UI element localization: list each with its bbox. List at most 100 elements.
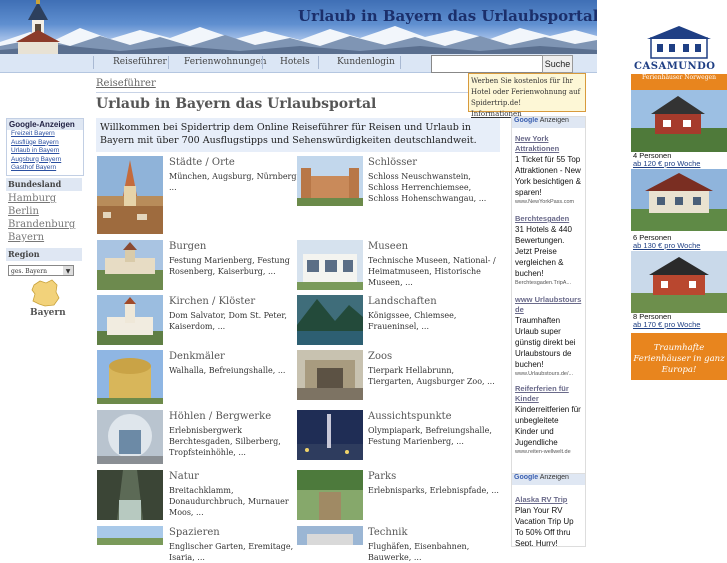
ad-url[interactable]: www.NewYorkPass.com [512,198,585,206]
ad-title[interactable]: Berchtesgaden [512,214,585,224]
ad-url[interactable]: Berchtesgaden.TripA... [512,279,585,287]
notice-text: Werben Sie [471,77,514,85]
category-desc: Englischer Garten, Eremitage, Isaria, ..… [169,542,294,562]
category-title[interactable]: Zoos [368,351,392,362]
state-link-berlin[interactable]: Berlin [8,206,39,217]
category-title[interactable]: Schlösser [368,157,417,168]
offer-price[interactable]: ab 170 € pro Woche [633,320,700,329]
ads-label: Anzeigen [539,117,569,124]
category-desc: Dom Salvator, Dom St. Peter, Kaiserdom, … [169,311,287,331]
category-desc: Walhalla, Befreiungshalle, ... [169,366,286,375]
sidebar-ad-link[interactable]: Urlaub in Bayern [7,147,83,156]
nav-item-hotels[interactable]: Hotels [280,57,310,67]
kirchen-image[interactable] [97,295,163,345]
state-link-brandenburg[interactable]: Brandenburg [8,219,75,230]
mountains-image [0,26,597,54]
header-banner: Urlaub in Bayern das Urlaubsportal [0,0,597,54]
google-ads-header: Google Anzeigen [512,474,585,485]
state-link-bayern[interactable]: Bayern [8,232,44,243]
ads-label: Anzeigen [539,474,569,481]
nav-separator [318,56,319,69]
category-title[interactable]: Natur [169,471,199,482]
sidebar-google-ads: Google-Anzeigen Freizeit Bayern Ausflüge… [6,118,84,176]
category-title[interactable]: Denkmäler [169,351,225,362]
category-desc: Flughäfen, Eisenbahnen, Bauwerke, ... [368,542,470,562]
ad-text[interactable]: Traumhaften Urlaub super günstig direkt … [512,315,585,370]
ad-title[interactable]: Reiferferien für Kinder [512,384,585,404]
sidebar-ad-link[interactable]: Augsburg Bayern [7,156,83,165]
sidebar-ads-title[interactable]: Google-Anzeigen [7,119,83,130]
advertise-notice: Werben Sie kostenlos für Ihr Hotel oder … [468,73,586,118]
ad-url[interactable]: www.reiten-wellwelt.de [512,448,585,456]
burgen-image[interactable] [97,240,163,290]
ad-text[interactable]: 31 Hotels & 440 Bewertungen. Jetzt Preis… [512,224,585,279]
category-desc: Breitachklamm, Donaudurchbruch, Murnauer… [169,486,289,517]
category-title[interactable]: Spazieren [169,527,220,538]
category-title[interactable]: Aussichtspunkte [368,411,452,422]
category-desc: Tierpark Hellabrunn, Tiergarten, Augsbur… [368,366,495,386]
ad-url[interactable]: www.Urlaubstours.de/... [512,370,585,378]
casamundo-banner[interactable]: CASAMUNDO Ferienhäuser Norwegen 4 Person… [631,24,727,380]
category-desc: München, Augsburg, Nürnberg, ... [169,172,300,192]
category-title[interactable]: Parks [368,471,396,482]
parks-image[interactable] [297,470,363,520]
staedte-image[interactable] [97,156,163,234]
spazieren-image[interactable] [97,526,163,545]
category-desc: Erlebnisparks, Erlebnispfade, ... [368,486,499,495]
ad-text[interactable]: Plan Your RV Vacation Trip Up To 50% Off… [512,505,585,546]
ad-title[interactable]: New York Attraktionen [512,134,585,154]
zoos-image[interactable] [297,350,363,400]
offer-price[interactable]: ab 130 € pro Woche [633,241,700,250]
technik-image[interactable] [297,526,363,545]
landschaften-image[interactable] [297,295,363,345]
region-select[interactable]: ges. Bayern ▼ [8,265,74,276]
aussichtspunkte-image[interactable] [297,410,363,460]
category-title[interactable]: Städte / Orte [169,157,235,168]
bayern-map-icon[interactable] [30,279,60,307]
category-title[interactable]: Museen [368,241,408,252]
house-photo[interactable] [631,251,727,313]
google-ads-header: Google Anzeigen [512,117,585,128]
hoehlen-image[interactable] [97,410,163,464]
category-desc: Erlebnisbergwerk Berchtesgaden, Silberbe… [169,426,281,457]
bayern-map-label: Bayern [30,308,66,318]
sidebar-ad-link[interactable]: Ausflüge Bayern [7,139,83,148]
category-title[interactable]: Höhlen / Bergwerke [169,411,271,422]
natur-image[interactable] [97,470,163,520]
category-title[interactable]: Technik [368,527,408,538]
nav-item-kundenlogin[interactable]: Kundenlogin [337,57,395,67]
category-title[interactable]: Burgen [169,241,206,252]
schloesser-image[interactable] [297,156,363,206]
offer-price[interactable]: ab 120 € pro Woche [633,159,700,168]
nav-item-reisefuehrer[interactable]: Reiseführer [113,57,167,67]
museen-image[interactable] [297,240,363,290]
notice-link-kostenlos[interactable]: kostenlos [514,77,548,85]
notice-link-ferienwohnung[interactable]: Ferienwohnung [511,88,567,96]
banner-subhead: Ferienhäuser Norwegen [631,74,727,90]
category-title[interactable]: Landschaften [368,296,437,307]
nav-separator [262,56,263,69]
casamundo-wordmark: CASAMUNDO [634,61,716,72]
house-photo[interactable] [631,90,727,152]
state-link-hamburg[interactable]: Hamburg [8,193,56,204]
search-input[interactable] [431,55,545,73]
ad-title[interactable]: Alaska RV Trip [512,495,585,505]
category-title[interactable]: Kirchen / Klöster [169,296,255,307]
banner-tagline[interactable]: Traumhafte Ferienhäuser in ganz Europa! [631,333,727,380]
ad-text[interactable]: Kinderreitferien für unbegleitete Kinder… [512,404,585,448]
category-desc: Technische Museen, National- / Heimatmus… [368,256,496,287]
sidebar-ad-link[interactable]: Gasthof Bayern [7,164,83,173]
nav-item-ferienwohnungen[interactable]: Ferienwohnungen [184,57,267,67]
sidebar-ad-link[interactable]: Freizeit Bayern [7,130,83,139]
house-photo[interactable] [631,169,727,231]
search-button[interactable]: Suche [542,55,573,73]
breadcrumb[interactable]: Reiseführer [96,78,156,89]
ad-text[interactable]: 1 Ticket für 55 Top Attraktionen - New Y… [512,154,585,198]
google-logo: Google [514,117,539,124]
google-ads-column-2: Google Anzeigen Alaska RV Trip Plan Your… [511,473,586,547]
google-ads-column: Google Anzeigen New York Attraktionen 1 … [511,116,586,474]
site-title[interactable]: Urlaub in Bayern das Urlaubsportal [298,7,597,25]
region-select-value: ges. Bayern [11,268,47,275]
ad-title[interactable]: www Urlaubstours de [512,295,585,315]
denkmaeler-image[interactable] [97,350,163,404]
